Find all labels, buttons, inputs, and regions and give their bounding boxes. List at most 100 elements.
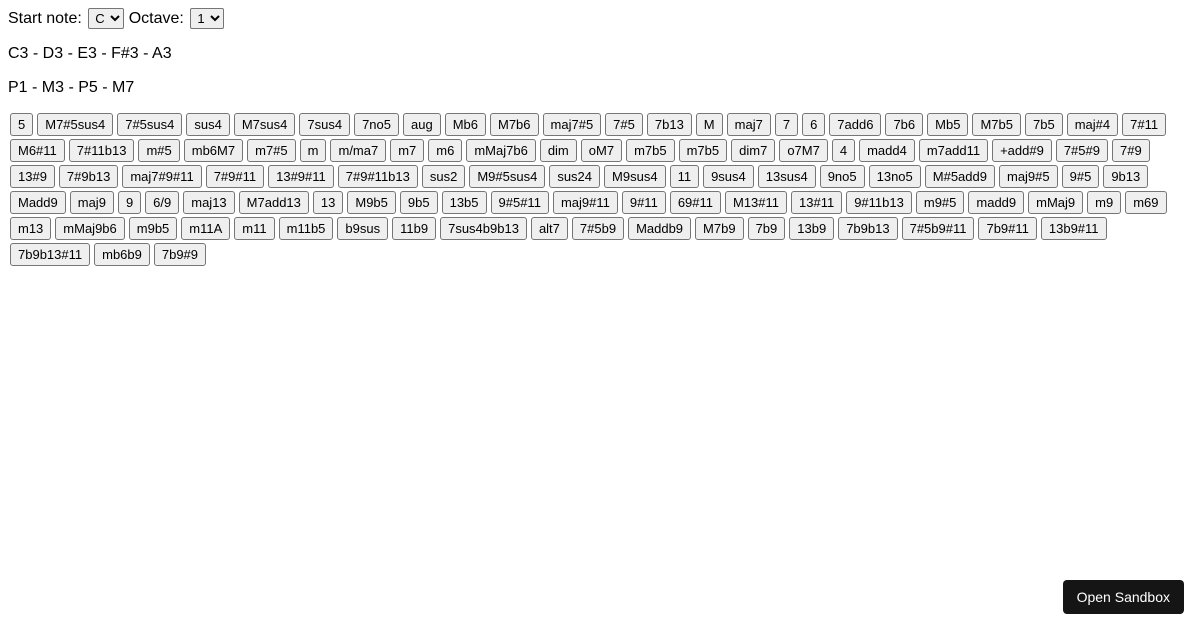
chord-button[interactable]: 7sus4 <box>299 113 350 136</box>
chord-button[interactable]: 7b9 <box>748 217 786 240</box>
chord-button[interactable]: 13 <box>313 191 343 214</box>
chord-button[interactable]: sus4 <box>186 113 229 136</box>
chord-button[interactable]: 4 <box>832 139 855 162</box>
chord-button[interactable]: 7#5b9 <box>572 217 624 240</box>
chord-button[interactable]: o7M7 <box>779 139 828 162</box>
chord-button[interactable]: mMaj7b6 <box>466 139 535 162</box>
chord-button[interactable]: m7add11 <box>919 139 988 162</box>
chord-button[interactable]: m7 <box>390 139 424 162</box>
chord-button[interactable]: m11A <box>181 217 230 240</box>
chord-button[interactable]: mMaj9 <box>1028 191 1083 214</box>
chord-button[interactable]: 11b9 <box>392 217 436 240</box>
chord-button[interactable]: 13no5 <box>869 165 921 188</box>
chord-button[interactable]: sus24 <box>549 165 600 188</box>
chord-button[interactable]: 69#11 <box>670 191 721 214</box>
chord-button[interactable]: sus2 <box>422 165 465 188</box>
chord-button[interactable]: 13#11 <box>791 191 842 214</box>
chord-button[interactable]: aug <box>403 113 441 136</box>
chord-button[interactable]: 7b6 <box>885 113 923 136</box>
chord-button[interactable]: m9#5 <box>916 191 965 214</box>
chord-button[interactable]: 7#5b9#11 <box>902 217 975 240</box>
chord-button[interactable]: 7#9 <box>1112 139 1150 162</box>
chord-button[interactable]: 9 <box>118 191 141 214</box>
chord-button[interactable]: M7b5 <box>972 113 1021 136</box>
chord-button[interactable]: 6 <box>802 113 825 136</box>
chord-button[interactable]: 7#5#9 <box>1056 139 1108 162</box>
chord-button[interactable]: 13#9#11 <box>268 165 334 188</box>
chord-button[interactable]: 5 <box>10 113 33 136</box>
chord-button[interactable]: m9 <box>1087 191 1121 214</box>
chord-button[interactable]: M9b5 <box>347 191 396 214</box>
chord-button[interactable]: maj9 <box>70 191 114 214</box>
chord-button[interactable]: 7b9#11 <box>978 217 1036 240</box>
chord-button[interactable]: 7#9#11b13 <box>338 165 418 188</box>
chord-button[interactable]: M7#5sus4 <box>37 113 113 136</box>
chord-button[interactable]: 13#9 <box>10 165 55 188</box>
chord-button[interactable]: maj7#5 <box>543 113 602 136</box>
chord-button[interactable]: 7add6 <box>829 113 881 136</box>
chord-button[interactable]: maj9#5 <box>999 165 1058 188</box>
chord-button[interactable]: 9#5 <box>1062 165 1100 188</box>
chord-button[interactable]: 6/9 <box>145 191 179 214</box>
chord-button[interactable]: maj9#11 <box>553 191 618 214</box>
chord-button[interactable]: 7b9b13#11 <box>10 243 90 266</box>
chord-button[interactable]: maj#4 <box>1067 113 1118 136</box>
chord-button[interactable]: m11b5 <box>279 217 334 240</box>
chord-button[interactable]: 9b13 <box>1103 165 1148 188</box>
chord-button[interactable]: 9no5 <box>820 165 865 188</box>
chord-button[interactable]: Maddb9 <box>628 217 691 240</box>
chord-button[interactable]: m13 <box>10 217 51 240</box>
chord-button[interactable]: b9sus <box>337 217 388 240</box>
chord-button[interactable]: M7sus4 <box>234 113 296 136</box>
chord-button[interactable]: 11 <box>670 165 700 188</box>
chord-button[interactable]: madd4 <box>859 139 915 162</box>
chord-button[interactable]: 7b9#9 <box>154 243 206 266</box>
chord-button[interactable]: 7 <box>775 113 798 136</box>
chord-button[interactable]: m#5 <box>138 139 179 162</box>
chord-button[interactable]: oM7 <box>581 139 622 162</box>
chord-button[interactable]: dim7 <box>731 139 775 162</box>
chord-button[interactable]: 7#11b13 <box>69 139 135 162</box>
chord-button[interactable]: M13#11 <box>725 191 787 214</box>
chord-button[interactable]: 13sus4 <box>758 165 816 188</box>
chord-button[interactable]: 13b9 <box>789 217 834 240</box>
chord-button[interactable]: M9sus4 <box>604 165 666 188</box>
chord-button[interactable]: alt7 <box>531 217 568 240</box>
chord-button[interactable]: 7#11 <box>1122 113 1166 136</box>
chord-button[interactable]: mb6M7 <box>184 139 243 162</box>
chord-button[interactable]: mb6b9 <box>94 243 150 266</box>
chord-button[interactable]: m <box>300 139 327 162</box>
chord-button[interactable]: madd9 <box>968 191 1024 214</box>
octave-select[interactable]: 1 <box>190 8 224 29</box>
chord-button[interactable]: maj13 <box>183 191 234 214</box>
chord-button[interactable]: maj7#9#11 <box>122 165 201 188</box>
chord-button[interactable]: 7b9b13 <box>838 217 897 240</box>
chord-button[interactable]: 7sus4b9b13 <box>440 217 527 240</box>
chord-button[interactable]: 7#5 <box>605 113 643 136</box>
chord-button[interactable]: 9b5 <box>400 191 438 214</box>
chord-button[interactable]: Mb5 <box>927 113 968 136</box>
chord-button[interactable]: 7#5sus4 <box>117 113 182 136</box>
chord-button[interactable]: M7b9 <box>695 217 744 240</box>
chord-button[interactable]: M6#11 <box>10 139 65 162</box>
chord-button[interactable]: M7add13 <box>239 191 309 214</box>
chord-button[interactable]: M9#5sus4 <box>469 165 545 188</box>
chord-button[interactable]: +add#9 <box>992 139 1052 162</box>
chord-button[interactable]: 7#9b13 <box>59 165 118 188</box>
chord-button[interactable]: 7b5 <box>1025 113 1063 136</box>
chord-button[interactable]: 7no5 <box>354 113 399 136</box>
chord-button[interactable]: M <box>696 113 723 136</box>
chord-button[interactable]: 7b13 <box>647 113 692 136</box>
chord-button[interactable]: m7b5 <box>626 139 675 162</box>
chord-button[interactable]: m9b5 <box>129 217 178 240</box>
chord-button[interactable]: m7b5 <box>679 139 728 162</box>
chord-button[interactable]: 9#11 <box>622 191 666 214</box>
chord-button[interactable]: dim <box>540 139 577 162</box>
chord-button[interactable]: 9#11b13 <box>846 191 912 214</box>
chord-button[interactable]: 9#5#11 <box>491 191 549 214</box>
chord-button[interactable]: 13b9#11 <box>1041 217 1107 240</box>
chord-button[interactable]: Mb6 <box>445 113 486 136</box>
chord-button[interactable]: m6 <box>428 139 462 162</box>
chord-button[interactable]: m11 <box>234 217 274 240</box>
chord-button[interactable]: m7#5 <box>247 139 296 162</box>
